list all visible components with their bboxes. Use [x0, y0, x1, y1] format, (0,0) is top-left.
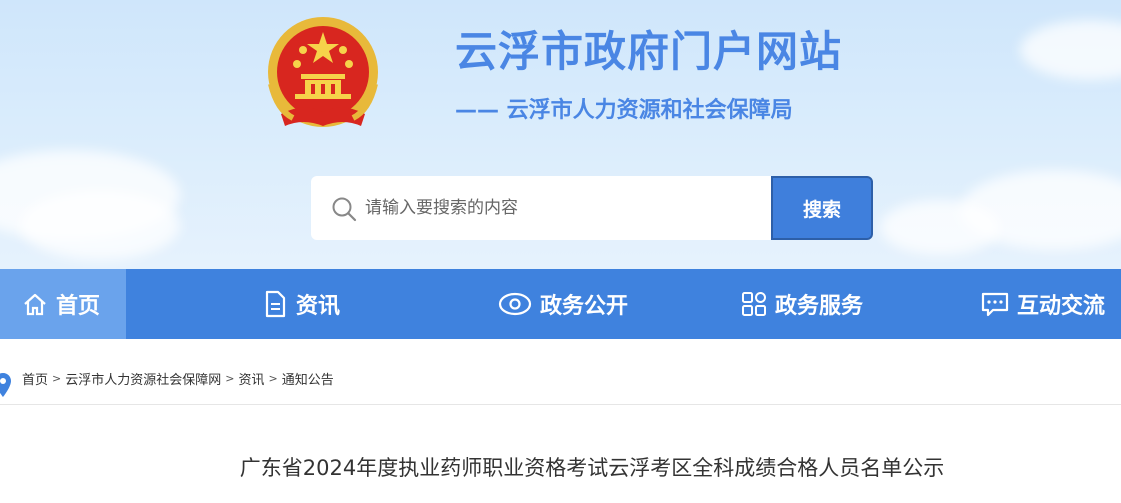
main-nav: 首页 资讯 政务公开 政务服务 互动交流	[0, 269, 1121, 339]
header-banner: 云浮市政府门户网站 —— 云浮市人力资源和社会保障局 搜索	[0, 0, 1121, 269]
breadcrumb-separator: >	[268, 372, 278, 385]
cloud-decoration	[880, 200, 1000, 255]
nav-item-label: 政务服务	[775, 294, 864, 319]
national-emblem-icon	[268, 17, 378, 127]
breadcrumb-separator: >	[225, 372, 235, 385]
cloud-decoration	[20, 190, 180, 260]
nav-item-label: 互动交流	[1017, 294, 1106, 319]
search-button[interactable]: 搜索	[771, 176, 873, 240]
nav-item-gov-service[interactable]: 政务服务	[741, 269, 863, 339]
breadcrumb-home-link[interactable]: 首页	[22, 369, 48, 388]
site-subtitle: —— 云浮市人力资源和社会保障局	[455, 98, 793, 123]
location-pin-icon	[0, 373, 11, 397]
nav-item-home[interactable]: 首页	[0, 269, 126, 339]
search-input[interactable]	[365, 190, 765, 226]
site-title: 云浮市政府门户网站	[455, 27, 843, 76]
divider	[0, 404, 1121, 405]
nav-item-label: 资讯	[296, 294, 341, 319]
nav-item-news[interactable]: 资讯	[262, 269, 340, 339]
nav-item-interaction[interactable]: 互动交流	[981, 269, 1105, 339]
document-icon	[265, 290, 286, 318]
search-icon	[332, 197, 357, 222]
breadcrumb-news-link[interactable]: 资讯	[238, 369, 264, 388]
chat-icon	[981, 292, 1009, 317]
cloud-decoration	[1020, 20, 1121, 80]
eye-icon	[498, 292, 532, 316]
nav-item-gov-affairs[interactable]: 政务公开	[498, 269, 628, 339]
grid-icon	[742, 292, 766, 316]
search-box: 搜索	[311, 176, 873, 240]
nav-item-label: 政务公开	[540, 294, 629, 319]
breadcrumb-site-link[interactable]: 云浮市人力资源社会保障网	[65, 369, 221, 388]
breadcrumb-separator: >	[52, 372, 62, 385]
breadcrumb: 首页 > 云浮市人力资源社会保障网 > 资讯 > 通知公告	[22, 369, 338, 388]
article-title: 广东省2024年度执业药师职业资格考试云浮考区全科成绩合格人员名单公示	[239, 456, 945, 480]
home-icon	[24, 293, 46, 316]
breadcrumb-notice-link[interactable]: 通知公告	[282, 369, 334, 388]
nav-item-label: 首页	[56, 294, 101, 319]
